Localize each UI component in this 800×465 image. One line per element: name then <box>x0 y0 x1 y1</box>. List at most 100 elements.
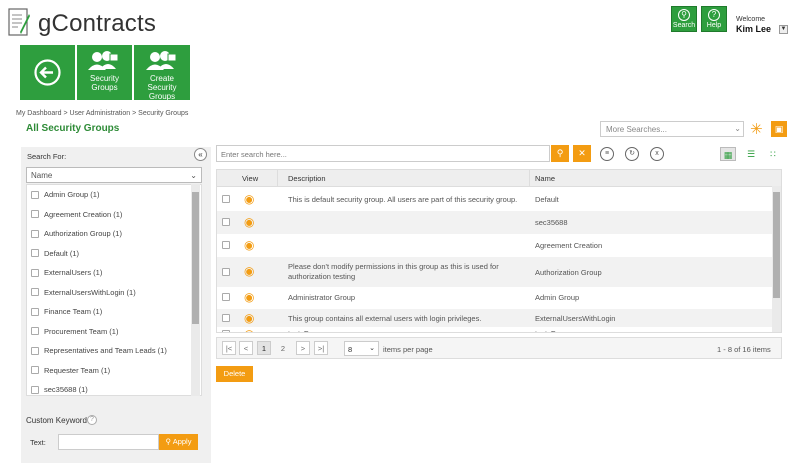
row-name: testsFor <box>535 329 562 332</box>
create-security-groups-tile[interactable]: Create Security Groups <box>134 45 190 101</box>
table-row[interactable]: ◉ Please don't modify permissions in thi… <box>217 257 773 287</box>
row-checkbox[interactable] <box>222 330 230 332</box>
search-field-select[interactable]: Name ⌄ <box>26 167 202 183</box>
back-tile[interactable] <box>20 45 75 100</box>
help-icon[interactable]: ? <box>87 415 97 425</box>
table-row[interactable]: ◉ Agreement Creation <box>217 234 773 257</box>
close-icon: ✕ <box>578 148 586 158</box>
groups-list-scroll-thumb[interactable] <box>192 192 199 324</box>
list-view-icon[interactable]: ☰ <box>743 147 759 161</box>
checkbox[interactable] <box>31 385 39 394</box>
table-scroll-thumb[interactable] <box>773 192 780 298</box>
security-groups-tile[interactable]: Security Groups <box>77 45 132 100</box>
collapse-panel-icon[interactable]: « <box>194 148 207 161</box>
column-divider <box>529 170 530 187</box>
export-excel-icon[interactable]: x <box>650 147 664 161</box>
row-checkbox[interactable] <box>222 314 230 322</box>
row-checkbox[interactable] <box>222 195 230 203</box>
list-item-label: ExternalUsers (1) <box>44 268 103 278</box>
column-header-view[interactable]: View <box>242 174 258 183</box>
grid-view-icon[interactable]: ▦ <box>720 147 736 161</box>
refresh-icon[interactable]: ↻ <box>625 147 639 161</box>
search-icon: ⚲ <box>678 9 690 21</box>
apply-button[interactable]: ⚲ Apply <box>159 434 198 450</box>
prev-page-button[interactable]: < <box>239 341 253 355</box>
list-item[interactable]: Agreement Creation (1) <box>27 205 201 225</box>
checkbox[interactable] <box>31 268 39 277</box>
eye-icon[interactable]: ◉ <box>244 215 254 229</box>
custom-keyword-label: Custom Keyword <box>26 416 87 425</box>
list-item-label: ExternalUsersWithLogin (1) <box>44 287 136 297</box>
list-item[interactable]: ExternalUsers (1) <box>27 263 201 283</box>
header-search-label: Search <box>672 22 696 29</box>
row-checkbox[interactable] <box>222 241 230 249</box>
column-header-name[interactable]: Name <box>535 174 555 183</box>
row-name: sec35688 <box>535 218 568 227</box>
chevron-down-icon: ⌄ <box>734 124 741 133</box>
list-item[interactable]: Representatives and Team Leads (1) <box>27 341 201 361</box>
list-item[interactable]: Default (1) <box>27 244 201 264</box>
eye-icon[interactable]: ◉ <box>244 327 254 332</box>
first-page-button[interactable]: |< <box>222 341 236 355</box>
checkbox[interactable] <box>31 229 39 238</box>
checkbox[interactable] <box>31 366 39 375</box>
save-search-button[interactable]: ▣ <box>771 121 787 137</box>
help-icon: ? <box>708 9 720 21</box>
row-checkbox[interactable] <box>222 293 230 301</box>
row-checkbox[interactable] <box>222 218 230 226</box>
table-row[interactable]: ◉ testsFor testsFor <box>217 327 773 332</box>
list-item[interactable]: Requester Team (1) <box>27 361 201 381</box>
tile-view-icon[interactable]: ∷ <box>765 147 781 161</box>
search-field-value: Name <box>31 171 53 180</box>
table-row[interactable]: ◉ This group contains all external users… <box>217 309 773 327</box>
row-checkbox[interactable] <box>222 268 230 276</box>
last-page-button[interactable]: >| <box>314 341 328 355</box>
header-search-button[interactable]: ⚲ Search <box>671 6 697 32</box>
list-item[interactable]: ExternalUsersWithLogin (1) <box>27 283 201 303</box>
list-item[interactable]: Authorization Group (1) <box>27 224 201 244</box>
eye-icon[interactable]: ◉ <box>244 290 254 304</box>
eye-icon[interactable]: ◉ <box>244 311 254 325</box>
items-per-page-select[interactable]: 8 ⌄ <box>344 341 379 356</box>
checkbox[interactable] <box>31 190 39 199</box>
eye-icon[interactable]: ◉ <box>244 192 254 206</box>
row-description: This is default security group. All user… <box>288 195 518 204</box>
table-row[interactable]: ◉ sec35688 <box>217 211 773 234</box>
list-item-label: Requester Team (1) <box>44 365 111 375</box>
checkbox[interactable] <box>31 249 39 258</box>
next-page-button[interactable]: > <box>296 341 310 355</box>
search-icon: ⚲ <box>165 437 172 446</box>
checkbox[interactable] <box>31 346 39 355</box>
more-searches-select[interactable]: More Searches... ⌄ <box>600 121 744 137</box>
delete-button[interactable]: Delete <box>216 366 253 382</box>
custom-keyword-input[interactable] <box>58 434 159 450</box>
search-input[interactable]: Enter search here... <box>216 145 550 162</box>
header-help-button[interactable]: ? Help <box>701 6 727 32</box>
list-item[interactable]: Finance Team (1) <box>27 302 201 322</box>
table-row[interactable]: ◉ Administrator Group Admin Group <box>217 287 773 309</box>
column-header-description[interactable]: Description <box>288 174 326 183</box>
apply-label: Apply <box>172 437 192 446</box>
chevron-down-icon: ⌄ <box>190 171 197 180</box>
checkbox[interactable] <box>31 210 39 219</box>
list-item[interactable]: Admin Group (1) <box>27 185 201 205</box>
list-item[interactable]: sec35688 (1) <box>27 380 201 395</box>
row-name: Admin Group <box>535 293 580 302</box>
search-icon: ⚲ <box>556 148 564 158</box>
clear-search-button[interactable]: ✕ <box>573 145 591 162</box>
list-item[interactable]: Procurement Team (1) <box>27 322 201 342</box>
eye-icon[interactable]: ◉ <box>244 238 254 252</box>
checkbox[interactable] <box>31 327 39 336</box>
favorite-star-icon[interactable]: ✳ <box>750 120 763 138</box>
eye-icon[interactable]: ◉ <box>244 264 254 278</box>
search-button[interactable]: ⚲ <box>551 145 569 162</box>
table-row[interactable]: ◉ This is default security group. All us… <box>217 188 773 211</box>
items-count: 1 - 8 of 16 items <box>717 345 771 354</box>
breadcrumb[interactable]: My Dashboard > User Administration > Sec… <box>16 110 188 117</box>
user-menu-dropdown[interactable]: ▼ <box>779 25 788 34</box>
page-1-button[interactable]: 1 <box>257 341 271 355</box>
checkbox[interactable] <box>31 307 39 316</box>
checkbox[interactable] <box>31 288 39 297</box>
list-options-icon[interactable]: ≡ <box>600 147 614 161</box>
page-2-button[interactable]: 2 <box>276 341 290 355</box>
